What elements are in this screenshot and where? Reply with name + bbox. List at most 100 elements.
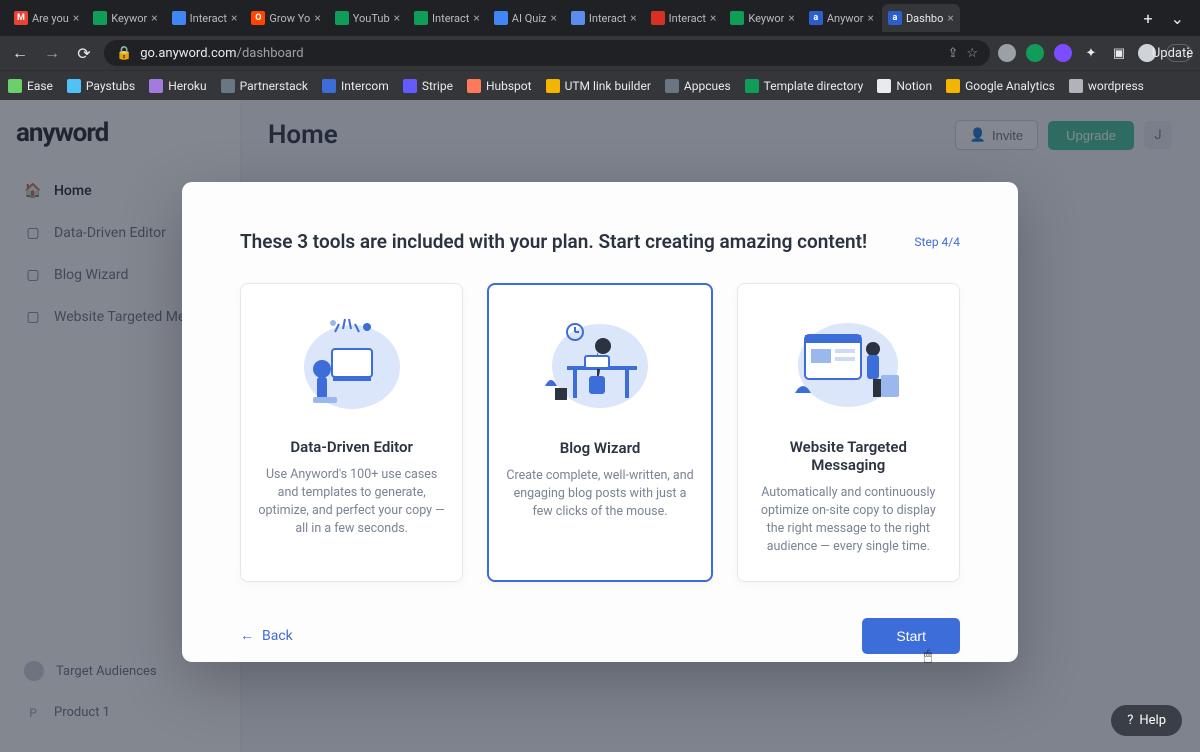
bookmark-label: Hubspot <box>486 79 532 93</box>
tab-title: Dashbo <box>906 12 943 25</box>
forward-button[interactable]: → <box>40 43 64 63</box>
bookmark-favicon-icon <box>467 79 481 93</box>
bookmark-label: Appcues <box>684 79 731 93</box>
star-icon[interactable]: ☆ <box>966 46 978 61</box>
bookmark-item[interactable]: Stripe <box>403 79 453 93</box>
tool-card[interactable]: Website Targeted Messaging Automatically… <box>737 283 960 582</box>
update-button[interactable]: Update ⋮ <box>1166 44 1192 62</box>
tab-favicon-icon <box>414 11 428 25</box>
bookmark-favicon-icon <box>149 79 163 93</box>
tab-title: YouTub <box>353 12 390 25</box>
tab-favicon-icon: a <box>888 11 902 25</box>
browser-tab[interactable]: AI Quiz × <box>488 4 563 32</box>
tool-card[interactable]: Blog Wizard Create complete, well-writte… <box>487 283 712 582</box>
browser-tab-strip: M Are you × Keywor × Interact ×O Grow Yo… <box>0 0 1200 36</box>
bookmark-item[interactable]: Partnerstack <box>221 79 308 93</box>
tab-close-icon[interactable]: × <box>73 11 79 25</box>
back-button[interactable]: ← <box>8 43 32 63</box>
tab-close-icon[interactable]: × <box>394 11 400 25</box>
browser-tab[interactable]: YouTub × <box>329 4 406 32</box>
bookmark-favicon-icon <box>67 79 81 93</box>
tab-favicon-icon: a <box>809 11 823 25</box>
reload-button[interactable]: ⟳ <box>72 44 96 63</box>
bookmark-favicon-icon <box>8 79 22 93</box>
url-path: /dashboard <box>237 46 304 61</box>
tab-favicon-icon: O <box>251 11 265 25</box>
bookmark-label: Google Analytics <box>965 79 1055 93</box>
tab-close-icon[interactable]: × <box>710 11 716 25</box>
bookmark-item[interactable]: Hubspot <box>467 79 532 93</box>
bookmark-item[interactable]: Appcues <box>665 79 731 93</box>
tab-close-icon[interactable]: × <box>868 11 874 25</box>
tab-title: Interact <box>432 12 469 25</box>
bookmark-item[interactable]: Heroku <box>149 79 206 93</box>
tab-close-icon[interactable]: × <box>473 11 479 25</box>
card-description: Use Anyword's 100+ use cases and templat… <box>257 466 446 539</box>
tab-title: Anywor <box>827 12 864 25</box>
help-icon: ? <box>1127 713 1133 728</box>
bookmark-item[interactable]: Paystubs <box>67 79 135 93</box>
tab-title: Interact <box>589 12 626 25</box>
bookmark-label: UTM link builder <box>565 79 651 93</box>
help-widget[interactable]: ? Help <box>1111 705 1182 736</box>
back-button[interactable]: ← Back <box>240 627 293 644</box>
bookmark-item[interactable]: Template directory <box>745 79 864 93</box>
browser-tab[interactable]: M Are you × <box>8 4 85 32</box>
bookmark-label: wordpress <box>1088 79 1144 93</box>
bookmark-item[interactable]: Intercom <box>322 79 389 93</box>
browser-tab[interactable]: O Grow Yo × <box>245 4 326 32</box>
extension-icon[interactable] <box>998 44 1016 62</box>
bookmark-item[interactable]: UTM link builder <box>546 79 651 93</box>
tab-favicon-icon <box>172 11 186 25</box>
tab-close-icon[interactable]: × <box>788 11 794 25</box>
tab-close-icon[interactable]: × <box>947 11 953 25</box>
bookmark-label: Intercom <box>341 79 389 93</box>
browser-tab[interactable]: Keywor × <box>724 4 800 32</box>
tab-title: AI Quiz <box>512 12 547 25</box>
tool-card[interactable]: Data-Driven Editor Use Anyword's 100+ us… <box>240 283 463 582</box>
bookmark-favicon-icon <box>1069 79 1083 93</box>
tab-favicon-icon <box>730 11 744 25</box>
extension-icon[interactable] <box>1026 44 1044 62</box>
browser-tab[interactable]: Interact × <box>408 4 486 32</box>
browser-tab[interactable]: Interact × <box>166 4 244 32</box>
bookmark-item[interactable]: Ease <box>8 79 53 93</box>
extension-icon[interactable] <box>1054 44 1072 62</box>
address-bar[interactable]: 🔒 go.anyword.com/dashboard ⇪ ☆ <box>104 40 990 66</box>
browser-tab[interactable]: a Anywor × <box>803 4 880 32</box>
card-description: Create complete, well-written, and engag… <box>505 467 694 521</box>
bookmark-item[interactable]: Notion <box>877 79 932 93</box>
bookmark-label: Partnerstack <box>240 79 308 93</box>
bookmark-item[interactable]: wordpress <box>1069 79 1144 93</box>
devtools-icon[interactable]: ▣ <box>1110 44 1128 62</box>
tab-close-icon[interactable]: × <box>550 11 556 25</box>
tab-close-icon[interactable]: × <box>314 11 320 25</box>
browser-tab[interactable]: Interact × <box>565 4 643 32</box>
tab-close-icon[interactable]: × <box>151 11 157 25</box>
card-title: Website Targeted Messaging <box>754 438 943 474</box>
bookmark-favicon-icon <box>322 79 336 93</box>
tab-title: Are you <box>32 12 69 25</box>
bookmark-favicon-icon <box>745 79 759 93</box>
browser-tab[interactable]: Keywor × <box>87 4 163 32</box>
card-title: Data-Driven Editor <box>257 438 446 456</box>
onboarding-modal: These 3 tools are included with your pla… <box>182 182 1018 662</box>
tab-favicon-icon: M <box>14 11 28 25</box>
step-indicator: Step 4/4 <box>914 235 960 249</box>
tab-title: Interact <box>190 12 227 25</box>
tab-close-icon[interactable]: × <box>630 11 636 25</box>
share-icon[interactable]: ⇪ <box>947 46 958 61</box>
bookmark-item[interactable]: Google Analytics <box>946 79 1055 93</box>
bookmark-favicon-icon <box>403 79 417 93</box>
tab-title: Keywor <box>748 12 784 25</box>
url-domain: go.anyword.com <box>140 46 236 61</box>
new-tab-button[interactable]: + <box>1136 9 1161 28</box>
bookmark-favicon-icon <box>946 79 960 93</box>
start-button[interactable]: Start 🖱 <box>862 618 960 654</box>
browser-tab[interactable]: a Dashbo × <box>882 4 960 32</box>
tab-close-icon[interactable]: × <box>231 11 237 25</box>
tab-overflow-button[interactable]: ⌄ <box>1163 9 1192 28</box>
extensions-menu-icon[interactable]: ✦ <box>1082 44 1100 62</box>
tab-title: Keywor <box>111 12 147 25</box>
browser-tab[interactable]: Interact × <box>645 4 723 32</box>
